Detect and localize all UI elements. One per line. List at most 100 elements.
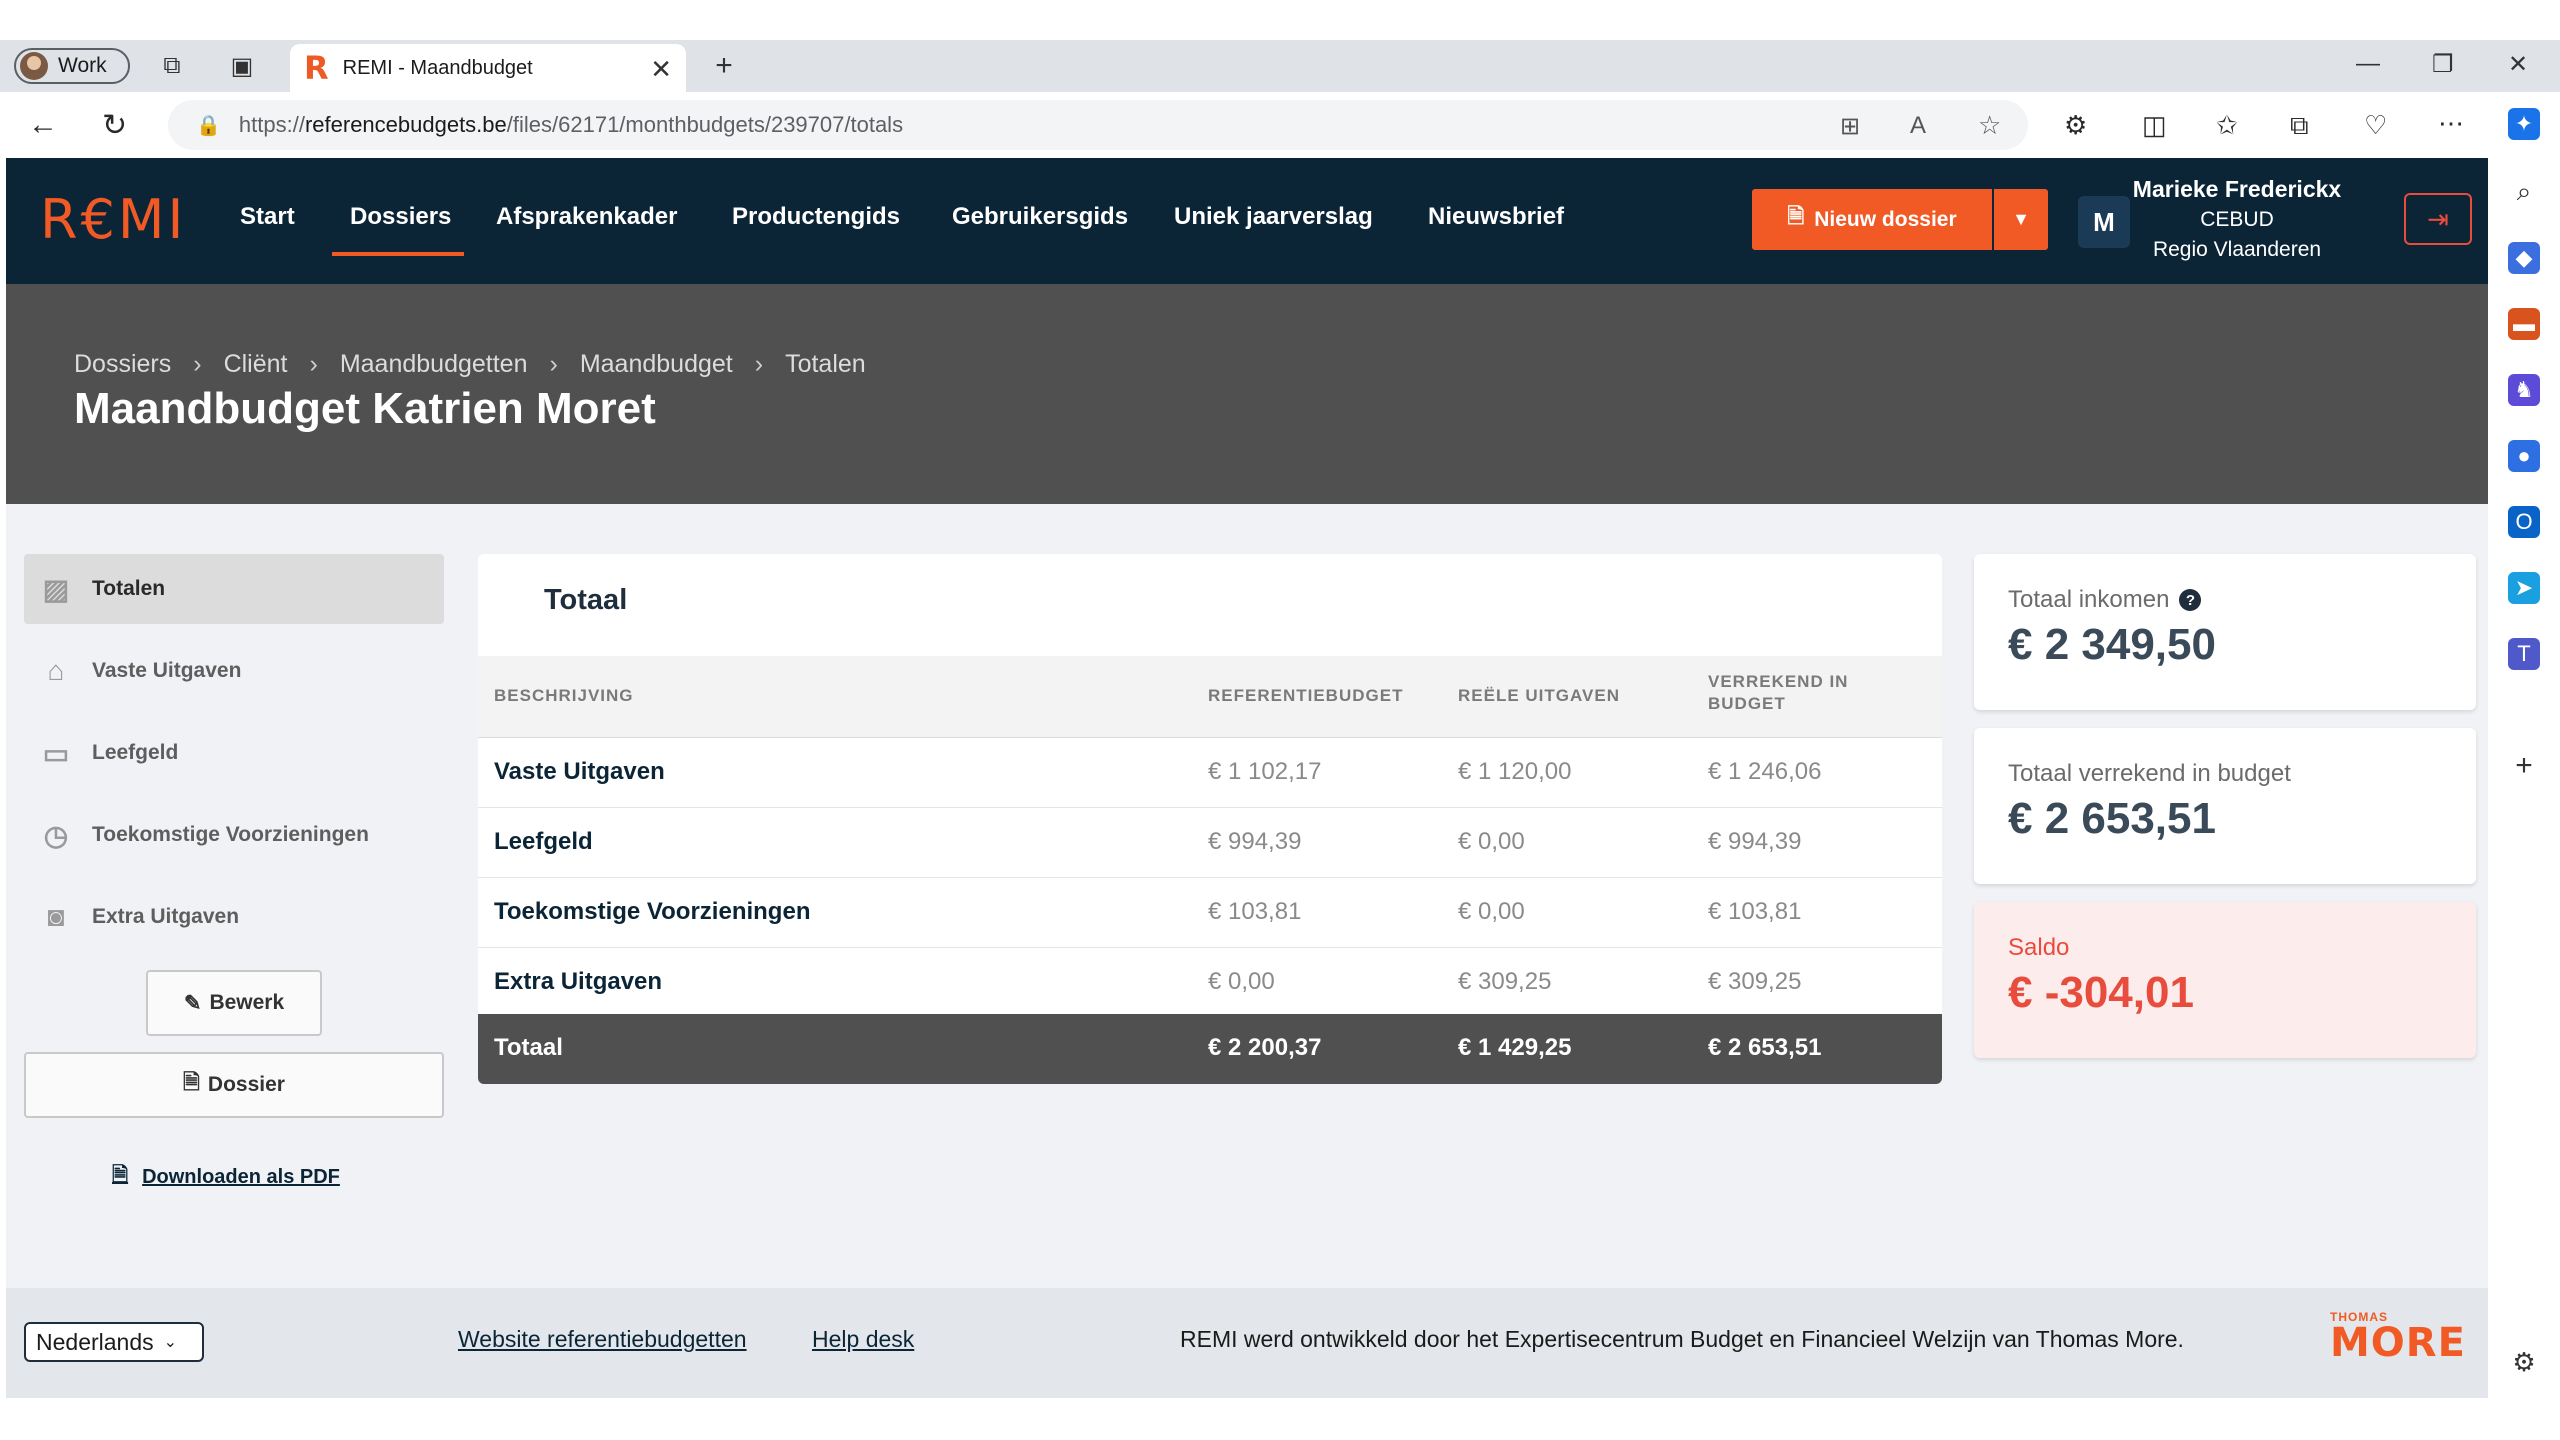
send-icon[interactable]: ➤ xyxy=(2508,572,2540,604)
nav-uniek-jaarverslag[interactable]: Uniek jaarverslag xyxy=(1174,203,1373,231)
sidebar-item-totalen[interactable]: ▨ Totalen xyxy=(24,554,444,624)
new-tab-icon[interactable]: + xyxy=(710,49,738,82)
url-domain: referencebudgets.be xyxy=(304,112,507,137)
table-row[interactable]: Extra Uitgaven € 0,00 € 309,25 € 309,25 xyxy=(478,948,1942,1018)
sidebar-item-leefgeld[interactable]: ▭ Leefgeld xyxy=(24,718,444,788)
extensions-icon[interactable]: ⚙ xyxy=(2064,110,2087,141)
profile-button[interactable]: Work xyxy=(14,48,130,84)
row-verrekend: € 309,25 xyxy=(1708,968,1802,995)
browser-tab[interactable]: R REMI - Maandbudget ✕ xyxy=(290,44,686,92)
table-row[interactable]: Leefgeld € 994,39 € 0,00 € 994,39 xyxy=(478,808,1942,878)
stat-label: Totaal verrekend in budget xyxy=(2008,760,2291,787)
crumb-maandbudgetten[interactable]: Maandbudgetten xyxy=(340,350,528,379)
nav-gebruikersgids[interactable]: Gebruikersgids xyxy=(952,203,1128,231)
download-pdf-link[interactable]: 🗎 Downloaden als PDF xyxy=(112,1160,340,1194)
row-verrekend: € 1 246,06 xyxy=(1708,758,1822,785)
restore-icon[interactable]: ❐ xyxy=(2432,50,2454,79)
shopping-icon[interactable]: ◆ xyxy=(2508,242,2540,274)
microsoft365-icon[interactable]: ● xyxy=(2508,440,2540,472)
chevron-right-icon: › xyxy=(549,350,558,378)
logout-button[interactable]: ⇥ xyxy=(2404,193,2472,245)
th-verrekend-in: VERREKEND IN xyxy=(1708,672,1849,691)
sidebar-item-label: Leefgeld xyxy=(92,741,179,764)
th-reele-uitgaven: REËLE UITGAVEN xyxy=(1458,686,1620,705)
nav-afsprakenkader[interactable]: Afsprakenkader xyxy=(496,203,677,231)
games-icon[interactable]: ♞ xyxy=(2508,374,2540,406)
row-description[interactable]: Extra Uitgaven xyxy=(494,968,662,996)
stat-value: € 2 653,51 xyxy=(2008,794,2216,843)
crumb-client[interactable]: Cliënt xyxy=(224,350,288,379)
teams-icon[interactable]: T xyxy=(2508,638,2540,670)
collections-icon[interactable]: ⧉ xyxy=(2290,110,2309,142)
bag-icon: ◙ xyxy=(47,901,65,932)
page-header: Dossiers › Cliënt › Maandbudgetten › Maa… xyxy=(6,284,2488,504)
stat-label: Saldo xyxy=(2008,934,2070,961)
add-sidebar-icon[interactable]: + xyxy=(2508,749,2540,782)
website-referentiebudgetten-link[interactable]: Website referentiebudgetten xyxy=(458,1326,747,1353)
browser-tab-bar: Work ⧉ ▣ R REMI - Maandbudget ✕ + — ❐ ✕ xyxy=(0,40,2560,92)
file-icon: 🗎 xyxy=(1787,205,1805,228)
nav-productengids[interactable]: Productengids xyxy=(732,203,900,231)
read-aloud-icon[interactable]: A xyxy=(1910,112,1926,140)
nav-dossiers[interactable]: Dossiers xyxy=(350,203,451,231)
table-row[interactable]: Vaste Uitgaven € 1 102,17 € 1 120,00 € 1… xyxy=(478,738,1942,808)
outlook-icon[interactable]: O xyxy=(2508,506,2540,538)
new-dossier-button[interactable]: 🗎 Nieuw dossier xyxy=(1752,189,1992,250)
caret-down-icon: ▼ xyxy=(2012,209,2030,229)
close-tab-icon[interactable]: ✕ xyxy=(650,54,672,85)
sidebar-item-label: Toekomstige Voorzieningen xyxy=(92,823,369,846)
stat-totaal-inkomen: Totaal inkomen ? € 2 349,50 xyxy=(1974,554,2476,710)
total-verrekend: € 2 653,51 xyxy=(1708,1034,1822,1061)
minimize-icon[interactable]: — xyxy=(2356,50,2380,78)
app-available-icon[interactable]: ⊞ xyxy=(1840,112,1860,141)
copilot-icon[interactable]: ✦ xyxy=(2508,108,2540,140)
chevron-right-icon: › xyxy=(193,350,202,378)
page-title: Maandbudget Katrien Moret xyxy=(74,384,656,433)
favorite-star-icon[interactable]: ☆ xyxy=(1978,110,2001,141)
row-description[interactable]: Toekomstige Voorzieningen xyxy=(494,898,810,926)
sidebar-item-vaste-uitgaven[interactable]: ⌂ Vaste Uitgaven xyxy=(24,636,444,706)
tab-actions-icon[interactable]: ▣ xyxy=(228,52,256,80)
chevron-down-icon: ⌄ xyxy=(163,1334,178,1351)
help-icon[interactable]: ? xyxy=(2179,589,2202,611)
sidebar-item-extra-uitgaven[interactable]: ◙ Extra Uitgaven xyxy=(24,882,444,952)
refresh-icon[interactable]: ↻ xyxy=(102,108,127,143)
tab-title: REMI - Maandbudget xyxy=(342,56,533,79)
settings-gear-icon[interactable]: ⚙ xyxy=(2508,1346,2540,1378)
nav-start[interactable]: Start xyxy=(240,203,295,231)
row-reele-uitgaven: € 0,00 xyxy=(1458,828,1525,855)
logo-big-text: MORE xyxy=(2330,1320,2466,1366)
crumb-totalen: Totalen xyxy=(785,350,866,378)
language-value: Nederlands xyxy=(36,1328,154,1355)
split-screen-icon[interactable]: ◫ xyxy=(2142,110,2167,141)
crumb-dossiers[interactable]: Dossiers xyxy=(74,350,171,379)
thomas-more-logo[interactable]: THOMAS MORE xyxy=(2330,1310,2466,1366)
close-window-icon[interactable]: ✕ xyxy=(2508,50,2528,79)
more-menu-icon[interactable]: ⋯ xyxy=(2438,108,2464,139)
remi-logo[interactable]: R€MI xyxy=(40,188,186,251)
sidebar-item-label: Totalen xyxy=(92,577,166,600)
workspaces-icon[interactable]: ⧉ xyxy=(158,52,186,80)
help-desk-link[interactable]: Help desk xyxy=(812,1326,914,1353)
row-description[interactable]: Leefgeld xyxy=(494,828,593,856)
tools-icon[interactable]: ▬ xyxy=(2508,308,2540,340)
stat-saldo: Saldo € -304,01 xyxy=(1974,902,2476,1058)
language-select[interactable]: Nederlands ⌄ xyxy=(24,1322,204,1362)
new-dossier-dropdown-toggle[interactable]: ▼ xyxy=(1994,189,2048,250)
sidebar-item-toekomstige-voorzieningen[interactable]: ◷ Toekomstige Voorzieningen xyxy=(24,800,444,870)
crumb-maandbudget[interactable]: Maandbudget xyxy=(580,350,733,379)
url-field[interactable]: 🔒 https:// referencebudgets.be /files/62… xyxy=(168,100,2028,150)
nav-nieuwsbrief[interactable]: Nieuwsbrief xyxy=(1428,203,1564,231)
site-footer: Nederlands ⌄ Website referentiebudgetten… xyxy=(6,1288,2488,1398)
favorites-icon[interactable]: ✩ xyxy=(2216,110,2238,141)
table-row[interactable]: Toekomstige Voorzieningen € 103,81 € 0,0… xyxy=(478,878,1942,948)
search-icon[interactable]: ⌕ xyxy=(2508,176,2540,208)
card-title: Totaal xyxy=(544,584,628,616)
dossier-button[interactable]: 🗎 Dossier xyxy=(24,1052,444,1118)
back-icon[interactable]: ← xyxy=(28,108,58,142)
browser-essentials-icon[interactable]: ♡ xyxy=(2364,110,2387,141)
edit-button[interactable]: ✎ Bewerk xyxy=(146,970,322,1036)
pdf-file-icon: 🗎 xyxy=(112,1164,129,1186)
th-beschrijving: BESCHRIJVING xyxy=(494,686,634,705)
row-description[interactable]: Vaste Uitgaven xyxy=(494,758,665,786)
